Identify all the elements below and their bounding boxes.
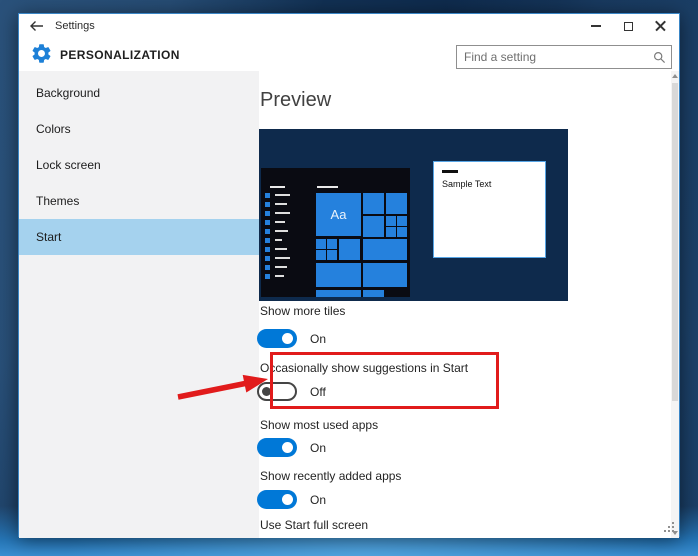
preview-tile: [316, 263, 361, 287]
setting-row-show-recently-added-apps: On: [257, 490, 326, 509]
toggle-knob: [282, 442, 293, 453]
preview-tile: [316, 239, 326, 249]
search-box: [456, 45, 672, 69]
preview-start-menu: Aa: [261, 168, 410, 297]
gear-icon: [30, 42, 53, 70]
preview-tile: [363, 290, 384, 297]
setting-label-occasionally-show-suggestions: Occasionally show suggestions in Start: [260, 361, 468, 375]
close-button[interactable]: [644, 14, 676, 38]
scroll-up-arrow-icon[interactable]: [672, 74, 678, 78]
toggle-knob: [282, 494, 293, 505]
preview-tile: [363, 216, 384, 237]
toggle-knob: [262, 387, 271, 396]
maximize-icon: [624, 22, 633, 31]
search-icon: [653, 51, 666, 69]
sidebar-item-colors[interactable]: Colors: [19, 111, 259, 147]
start-menu-rail-header: [270, 186, 285, 188]
minimize-icon: [591, 25, 601, 27]
setting-label-show-recently-added-apps: Show recently added apps: [260, 469, 401, 483]
scrollbar[interactable]: [671, 71, 679, 538]
toggle-knob: [282, 333, 293, 344]
settings-window: Settings PERSONALIZATION Background: [18, 13, 680, 537]
maximize-button[interactable]: [612, 14, 644, 38]
toggle-state-show-more-tiles: On: [310, 332, 326, 346]
app-header: PERSONALIZATION: [19, 38, 679, 71]
preview-tile: [386, 193, 407, 214]
preview-tile: [386, 216, 396, 226]
preview-tile: [339, 239, 360, 260]
start-menu-tiles-header: [317, 186, 338, 188]
search-input[interactable]: [464, 46, 646, 68]
toggle-occasionally-show-suggestions[interactable]: [257, 382, 297, 401]
toggle-show-recently-added-apps[interactable]: [257, 490, 297, 509]
sample-window-title-placeholder: [442, 170, 458, 173]
window-controls: [580, 14, 676, 38]
titlebar: Settings: [19, 14, 679, 38]
preview-sample-window: Sample Text: [433, 161, 546, 258]
sidebar: Background Colors Lock screen Themes Sta…: [19, 71, 259, 538]
toggle-show-most-used-apps[interactable]: [257, 438, 297, 457]
preview-tile: [327, 250, 337, 260]
setting-row-show-most-used-apps: On: [257, 438, 326, 457]
preview-tile: [363, 263, 407, 287]
preview-tile: [363, 239, 407, 260]
sidebar-item-background[interactable]: Background: [19, 75, 259, 111]
preview-heading: Preview: [260, 89, 331, 112]
setting-label-show-more-tiles: Show more tiles: [260, 304, 345, 318]
resize-grip[interactable]: [664, 522, 675, 533]
preview-tile: [397, 227, 407, 237]
preview-tile: [363, 193, 384, 214]
setting-label-use-start-full-screen: Use Start full screen: [260, 518, 368, 532]
sidebar-item-themes[interactable]: Themes: [19, 183, 259, 219]
minimize-button[interactable]: [580, 14, 612, 38]
sidebar-item-lock-screen[interactable]: Lock screen: [19, 147, 259, 183]
preview-tile: [397, 216, 407, 226]
desktop: Settings PERSONALIZATION Background: [0, 0, 698, 556]
preview-tile: [316, 290, 361, 297]
back-arrow-icon: [29, 20, 44, 32]
preview-tile: [327, 239, 337, 249]
sample-text-label: Sample Text: [442, 179, 491, 189]
page-title: PERSONALIZATION: [60, 48, 180, 62]
window-title: Settings: [55, 14, 95, 38]
preview-image: Aa Sample Text: [259, 129, 568, 301]
setting-row-show-more-tiles: On: [257, 329, 326, 348]
sidebar-item-start[interactable]: Start: [19, 219, 259, 255]
toggle-state-occasionally-show-suggestions: Off: [310, 385, 326, 399]
start-menu-rail: [265, 193, 309, 283]
toggle-state-show-recently-added-apps: On: [310, 493, 326, 507]
close-icon: [655, 21, 666, 32]
back-button[interactable]: [23, 15, 49, 37]
preview-tile: [316, 250, 326, 260]
toggle-show-more-tiles[interactable]: [257, 329, 297, 348]
setting-label-show-most-used-apps: Show most used apps: [260, 418, 378, 432]
scrollbar-thumb[interactable]: [672, 83, 678, 401]
preview-tile: [386, 227, 396, 237]
tile-aa-label: Aa: [331, 207, 347, 222]
setting-row-occasionally-show-suggestions: Off: [257, 382, 326, 401]
toggle-state-show-most-used-apps: On: [310, 441, 326, 455]
preview-tile-aa: Aa: [316, 193, 361, 236]
